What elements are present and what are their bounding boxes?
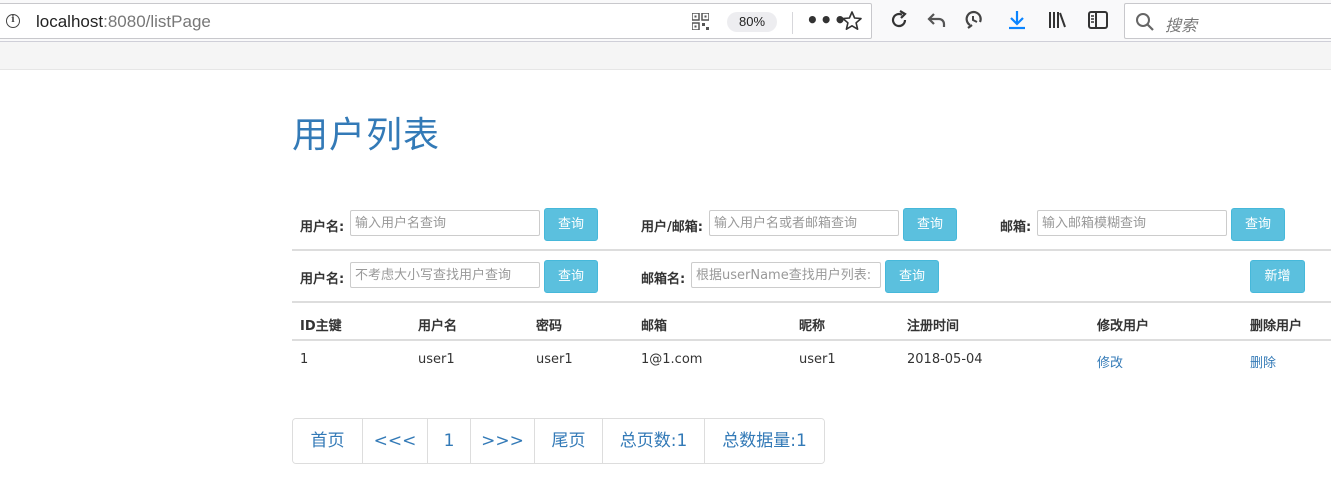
sidebar-icon[interactable] — [1087, 9, 1109, 31]
back-icon[interactable] — [926, 9, 948, 31]
browser-toolbar: i localhost:8080/listPage 80% ••• 搜索 — [0, 0, 1331, 42]
cell-registered: 2018-05-04 — [907, 352, 983, 367]
username-ci-label: 用户名: — [300, 272, 345, 287]
bookmarks-strip — [0, 42, 1331, 70]
first-page-button[interactable]: 首页 — [293, 419, 362, 463]
column-header-nickname: 昵称 — [799, 319, 826, 334]
divider — [792, 12, 793, 34]
download-icon[interactable] — [1006, 9, 1028, 31]
bookmark-star-icon[interactable] — [841, 10, 863, 32]
url-text[interactable]: localhost:8080/listPage — [36, 12, 211, 32]
cell-id: 1 — [300, 352, 309, 367]
username-list-search-button[interactable]: 查询 — [885, 260, 939, 293]
filter-row-2: 用户名: 查询 邮箱名: 查询 新增 — [292, 251, 1331, 303]
delete-user-link[interactable]: 删除 — [1250, 352, 1276, 371]
add-user-button[interactable]: 新增 — [1250, 260, 1305, 293]
column-header-delete: 删除用户 — [1250, 319, 1303, 334]
site-info-icon[interactable]: i — [6, 14, 20, 28]
table-row: 1 user1 user1 1@1.com user1 2018-05-04 修… — [292, 341, 1331, 379]
email-fuzzy-search-input[interactable] — [1037, 210, 1227, 236]
page-title: 用户列表 — [292, 115, 441, 156]
cell-email: 1@1.com — [641, 352, 703, 367]
mailbox-name-label: 邮箱名: — [641, 272, 686, 287]
username-label: 用户名: — [300, 220, 345, 235]
prev-page-button[interactable]: <<< — [362, 419, 427, 463]
cell-password: user1 — [536, 352, 573, 367]
email-label: 邮箱: — [1000, 220, 1032, 235]
last-page-button[interactable]: 尾页 — [534, 419, 602, 463]
zoom-level[interactable]: 80% — [727, 12, 777, 32]
total-records: 总数据量:1 — [704, 419, 824, 463]
browser-search-box[interactable]: 搜索 — [1124, 3, 1331, 39]
column-header-username: 用户名 — [418, 319, 458, 334]
history-icon[interactable] — [964, 9, 986, 31]
pagination: 首页 <<< 1 >>> 尾页 总页数:1 总数据量:1 — [292, 418, 825, 464]
edit-user-link[interactable]: 修改 — [1097, 352, 1123, 371]
search-placeholder: 搜索 — [1165, 16, 1198, 35]
user-email-label: 用户/邮箱: — [641, 220, 703, 235]
cell-nickname: user1 — [799, 352, 836, 367]
username-case-insensitive-input[interactable] — [350, 262, 540, 288]
search-icon — [1136, 13, 1154, 31]
address-bar[interactable]: i localhost:8080/listPage 80% ••• — [0, 3, 872, 39]
column-header-email: 邮箱 — [641, 319, 668, 334]
current-page[interactable]: 1 — [427, 419, 470, 463]
column-header-id: ID主键 — [300, 319, 342, 334]
username-list-search-input[interactable] — [691, 262, 881, 288]
reload-icon[interactable] — [888, 9, 910, 31]
username-search-input[interactable] — [350, 210, 540, 236]
column-header-registered: 注册时间 — [907, 319, 960, 334]
user-or-email-search-input[interactable] — [709, 210, 899, 236]
user-table-header: ID主键 用户名 密码 邮箱 昵称 注册时间 修改用户 删除用户 — [292, 304, 1331, 341]
cell-username: user1 — [418, 352, 455, 367]
column-header-edit: 修改用户 — [1097, 319, 1150, 334]
qr-code-icon[interactable] — [692, 13, 709, 30]
username-ci-search-button[interactable]: 查询 — [544, 260, 598, 293]
column-header-password: 密码 — [536, 319, 563, 334]
total-pages: 总页数:1 — [602, 419, 704, 463]
filter-row-1: 用户名: 查询 用户/邮箱: 查询 邮箱: 查询 — [292, 199, 1331, 251]
user-or-email-search-button[interactable]: 查询 — [903, 208, 957, 241]
email-search-button[interactable]: 查询 — [1231, 208, 1285, 241]
library-icon[interactable] — [1046, 9, 1068, 31]
next-page-button[interactable]: >>> — [470, 419, 534, 463]
username-search-button[interactable]: 查询 — [544, 208, 598, 241]
